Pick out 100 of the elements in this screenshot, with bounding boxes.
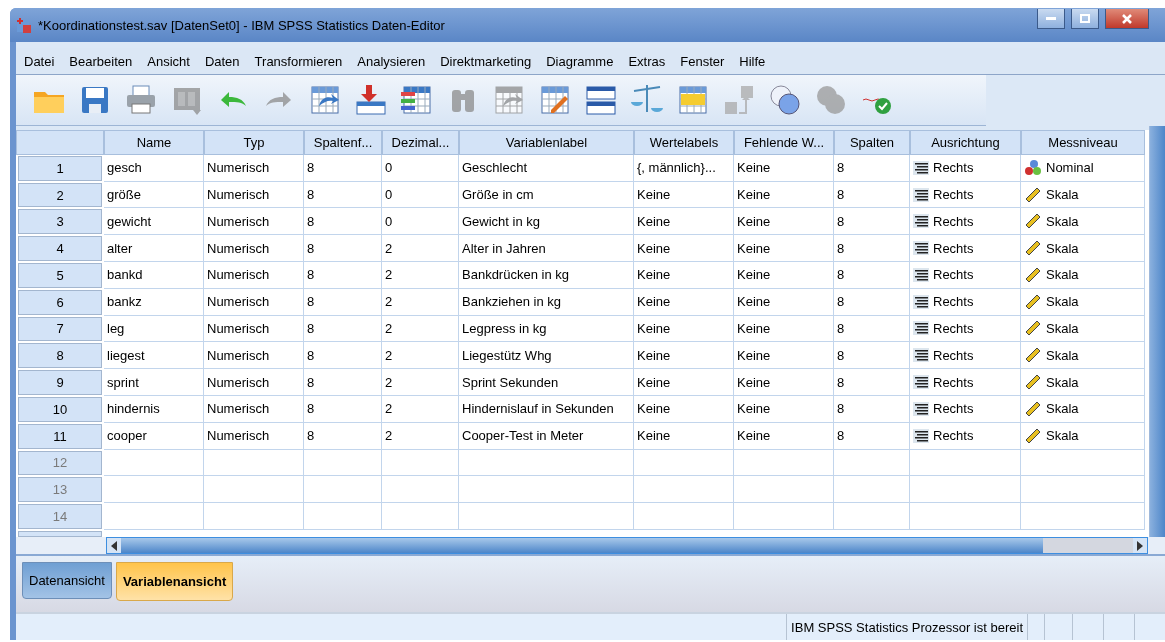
column-header[interactable]: Dezimal...: [382, 130, 459, 155]
table-cell: Keine: [634, 235, 734, 262]
row-header[interactable]: 1: [18, 155, 102, 181]
menu-item[interactable]: Ansicht: [141, 53, 199, 69]
ruler-icon: [1024, 185, 1042, 204]
table-cell: 8: [304, 342, 382, 370]
table-cell: bankd: [104, 262, 204, 289]
table-cell: 8: [304, 235, 382, 262]
table-cell: Keine: [734, 288, 834, 316]
row-header[interactable]: 6: [18, 289, 102, 315]
table-cell: 0: [382, 181, 459, 209]
menu-item[interactable]: Daten: [198, 53, 249, 69]
cell-text: Rechts: [933, 294, 974, 310]
minimize-button[interactable]: [1037, 9, 1065, 29]
view-tab[interactable]: Datenansicht: [22, 562, 112, 599]
align-right-icon: [913, 401, 929, 416]
table-cell: hindernis: [104, 396, 204, 423]
scroll-thumb[interactable]: [1043, 538, 1133, 553]
cell-text: Rechts: [933, 401, 974, 417]
table-cell: 8: [834, 181, 910, 209]
view-tab[interactable]: Variablenansicht: [115, 562, 234, 601]
table-cell: Keine: [734, 396, 834, 423]
cell-text: Rechts: [933, 267, 974, 283]
circles-icon[interactable]: [767, 82, 803, 118]
left-arrow-icon[interactable]: [111, 540, 117, 551]
row-header[interactable]: 10: [18, 397, 102, 422]
menu-item[interactable]: Datei: [18, 53, 64, 69]
table-cell: 0: [382, 208, 459, 236]
table-cell: Alter in Jahren: [459, 235, 634, 262]
table-down-arrow-icon[interactable]: [353, 82, 389, 118]
column-header[interactable]: Fehlende W...: [734, 130, 834, 155]
table-cell: Bankziehen in kg: [459, 288, 634, 316]
row-header[interactable]: 4: [18, 236, 102, 261]
column-header[interactable]: Spalten: [834, 130, 910, 155]
ruler-icon: [1024, 292, 1042, 311]
cell-text: Rechts: [933, 240, 974, 256]
table-cell: Keine: [634, 396, 734, 423]
column-header[interactable]: Ausrichtung: [910, 130, 1021, 155]
table-cell: 8: [304, 262, 382, 289]
align-right-icon: [913, 187, 929, 202]
cell-text: Rechts: [933, 347, 974, 363]
table-cell: Geschlecht: [459, 154, 634, 182]
horizontal-scrollbar[interactable]: [106, 537, 1148, 554]
column-header[interactable]: Typ: [204, 130, 304, 155]
menu-item[interactable]: Extras: [622, 53, 675, 69]
table-cell: 8: [834, 208, 910, 236]
column-header[interactable]: Variablenlabel: [459, 130, 634, 155]
table-cell: Keine: [734, 315, 834, 343]
table-cell: Keine: [634, 288, 734, 316]
row-header[interactable]: 5: [18, 263, 102, 288]
row-header[interactable]: 7: [18, 316, 102, 342]
menu-item[interactable]: Bearbeiten: [63, 53, 142, 69]
table-cell: Keine: [734, 181, 834, 209]
row-header[interactable]: 2: [18, 182, 102, 208]
cell-text: Skala: [1046, 187, 1079, 202]
table-cell: Numerisch: [204, 154, 304, 182]
menu-item[interactable]: Hilfe: [733, 53, 775, 69]
row-header[interactable]: 11: [18, 423, 102, 449]
table-cell: 8: [304, 396, 382, 423]
cell-text: Skala: [1046, 294, 1079, 310]
colored-balls-icon: [1024, 158, 1042, 177]
close-icon[interactable]: [1122, 13, 1132, 24]
table-cell: Keine: [734, 208, 834, 236]
close-button[interactable]: [1105, 9, 1149, 29]
table-cell: 2: [382, 342, 459, 370]
cell-text: Skala: [1046, 213, 1079, 229]
menu-item[interactable]: Direktmarketing: [434, 53, 541, 69]
column-header[interactable]: Spaltenf...: [304, 130, 382, 155]
right-arrow-icon[interactable]: [1137, 540, 1143, 551]
align-right-icon: [913, 428, 929, 443]
menu-item[interactable]: Transformieren: [248, 53, 352, 69]
vertical-scrollbar[interactable]: [1149, 126, 1165, 537]
row-header[interactable]: 9: [18, 370, 102, 395]
cell-text: Skala: [1046, 240, 1079, 256]
ruler-icon: [1024, 426, 1042, 445]
menu-item[interactable]: Fenster: [674, 53, 734, 69]
table-cell: größe: [104, 181, 204, 209]
align-right-icon: [913, 294, 929, 309]
column-header[interactable]: Name: [104, 130, 204, 155]
status-text: IBM SPSS Statistics Prozessor ist bereit: [786, 614, 1027, 640]
maximize-button[interactable]: [1071, 9, 1099, 29]
align-right-icon: [913, 214, 929, 229]
menu-item[interactable]: Analysieren: [351, 53, 435, 69]
row-header[interactable]: 3: [18, 209, 102, 235]
column-header[interactable]: Wertelabels: [634, 130, 734, 155]
table-cell: 8: [834, 342, 910, 370]
table-cell: 8: [834, 288, 910, 316]
table-cell: Numerisch: [204, 181, 304, 209]
table-cell: 8: [304, 369, 382, 396]
table-cell: Numerisch: [204, 235, 304, 262]
ruler-icon: [1024, 346, 1042, 365]
table-cell: gewicht: [104, 208, 204, 236]
table-cell: cooper: [104, 422, 204, 450]
table-cell: 8: [834, 154, 910, 182]
table-cell: Keine: [634, 208, 734, 236]
menu-item[interactable]: Diagramme: [540, 53, 623, 69]
cell-text: Skala: [1046, 347, 1079, 363]
table-cell: 2: [382, 262, 459, 289]
row-header[interactable]: 8: [18, 343, 102, 369]
column-header[interactable]: Messniveau: [1021, 130, 1145, 155]
